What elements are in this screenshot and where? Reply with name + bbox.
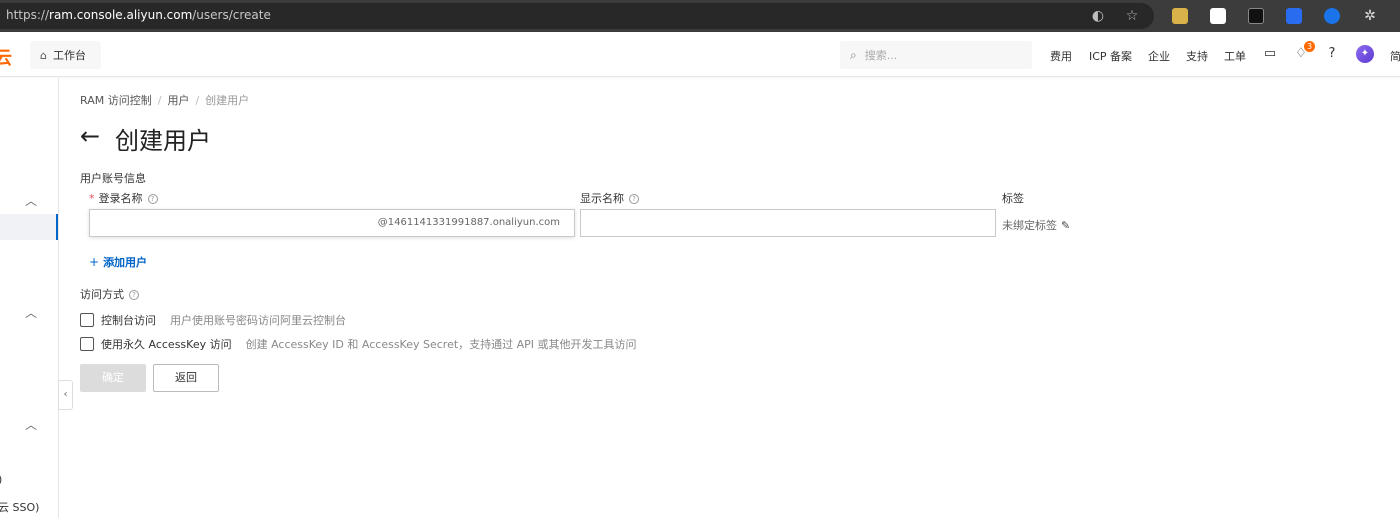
puzzle-icon[interactable]: ✲ xyxy=(1362,8,1378,24)
chevron-up-icon[interactable]: ︿ xyxy=(25,304,37,321)
extension-notes-icon[interactable] xyxy=(1172,8,1188,24)
console-access-label: 控制台访问 xyxy=(101,314,156,327)
browser-chrome: https://ram.console.aliyun.com/users/cre… xyxy=(0,0,1400,32)
help-icon[interactable]: ? xyxy=(1324,46,1340,62)
extension-video-icon[interactable] xyxy=(1324,8,1340,24)
nav-icp[interactable]: ICP 备案 xyxy=(1089,48,1132,64)
tag-label: 标签 xyxy=(1002,192,1024,205)
accesskey-access-checkbox[interactable] xyxy=(80,337,94,351)
nav-ticket[interactable]: 工单 xyxy=(1224,48,1246,64)
section-title: 用户账号信息 xyxy=(80,172,146,185)
sidebar: ︿ ︿ ︿ ) 云 SSO) xyxy=(0,78,59,518)
back-button[interactable]: 返回 xyxy=(153,364,219,392)
search-placeholder: 搜索... xyxy=(864,49,898,62)
workbench-button[interactable]: ⌂ 工作台 xyxy=(30,41,101,69)
star-icon[interactable]: ☆ xyxy=(1124,8,1140,24)
search-input[interactable]: ⌕ 搜索... xyxy=(840,41,1032,69)
accesskey-access-label: 使用永久 AccessKey 访问 xyxy=(101,338,232,351)
breadcrumb-current: 创建用户 xyxy=(205,94,250,107)
breadcrumb-users[interactable]: 用户 xyxy=(167,94,189,107)
sidebar-collapse-button[interactable]: ‹ xyxy=(58,380,73,410)
chevron-up-icon[interactable]: ︿ xyxy=(25,416,37,433)
nav-language[interactable]: 简 xyxy=(1390,48,1400,64)
login-name-input[interactable]: @1461141331991887.onaliyun.com xyxy=(89,209,575,237)
plus-icon: + xyxy=(89,255,100,269)
address-bar[interactable]: https://ram.console.aliyun.com/users/cre… xyxy=(0,3,1154,29)
sidebar-item-active[interactable] xyxy=(0,214,58,240)
add-user-button[interactable]: + 添加用户 xyxy=(89,254,147,270)
sidebar-item-fragment[interactable]: ) xyxy=(0,473,2,486)
back-arrow-icon[interactable]: ← xyxy=(80,122,100,150)
login-domain-suffix: @1461141331991887.onaliyun.com xyxy=(377,217,560,228)
accesskey-access-option[interactable]: 使用永久 AccessKey 访问 创建 AccessKey ID 和 Acce… xyxy=(80,336,637,352)
workbench-label: 工作台 xyxy=(52,49,86,62)
extension-chart-icon[interactable] xyxy=(1248,8,1264,24)
page-title: 创建用户 xyxy=(115,127,211,155)
search-icon: ⌕ xyxy=(850,47,857,62)
logo-fragment[interactable]: 云 xyxy=(0,44,12,70)
console-access-desc: 用户使用账号密码访问阿里云控制台 xyxy=(170,314,346,327)
chevron-up-icon[interactable]: ︿ xyxy=(25,192,37,209)
terminal-icon[interactable]: ▭ xyxy=(1262,46,1278,62)
display-name-input[interactable] xyxy=(580,209,996,237)
sidebar-item-sso[interactable]: 云 SSO) xyxy=(0,499,39,515)
extension-browser-icon[interactable] xyxy=(1210,8,1226,24)
edge-icon[interactable]: ◐ xyxy=(1090,8,1106,24)
nav-support[interactable]: 支持 xyxy=(1186,48,1208,64)
home-icon: ⌂ xyxy=(40,48,47,62)
console-access-checkbox[interactable] xyxy=(80,313,94,327)
display-name-label: 显示名称? xyxy=(580,190,639,206)
help-icon: ? xyxy=(147,194,158,204)
accesskey-access-desc: 创建 AccessKey ID 和 AccessKey Secret，支持通过 … xyxy=(245,338,637,351)
pencil-icon: ✎ xyxy=(1061,219,1071,232)
console-topnav: 云 ⌂ 工作台 ⌕ 搜索... 费用 ICP 备案 企业 支持 工单 ▭ ♢ 3… xyxy=(0,32,1400,77)
nav-enterprise[interactable]: 企业 xyxy=(1148,48,1170,64)
console-access-option[interactable]: 控制台访问 用户使用账号密码访问阿里云控制台 xyxy=(80,312,346,328)
help-icon: ? xyxy=(629,194,639,204)
confirm-button[interactable]: 确定 xyxy=(80,364,146,392)
access-method-label: 访问方式? xyxy=(80,286,139,302)
login-name-label: * 登录名称? xyxy=(89,190,158,206)
help-icon: ? xyxy=(129,290,139,300)
nav-billing[interactable]: 费用 xyxy=(1050,48,1072,64)
url-text: https://ram.console.aliyun.com/users/cre… xyxy=(6,8,271,22)
notification-badge: 3 xyxy=(1304,41,1315,52)
extension-w-icon[interactable] xyxy=(1286,8,1302,24)
breadcrumb: RAM 访问控制 / 用户 / 创建用户 xyxy=(80,94,250,107)
breadcrumb-ram[interactable]: RAM 访问控制 xyxy=(80,94,152,107)
tag-value[interactable]: 未绑定标签 ✎ xyxy=(1002,217,1070,233)
avatar[interactable]: ✦ xyxy=(1356,45,1374,63)
